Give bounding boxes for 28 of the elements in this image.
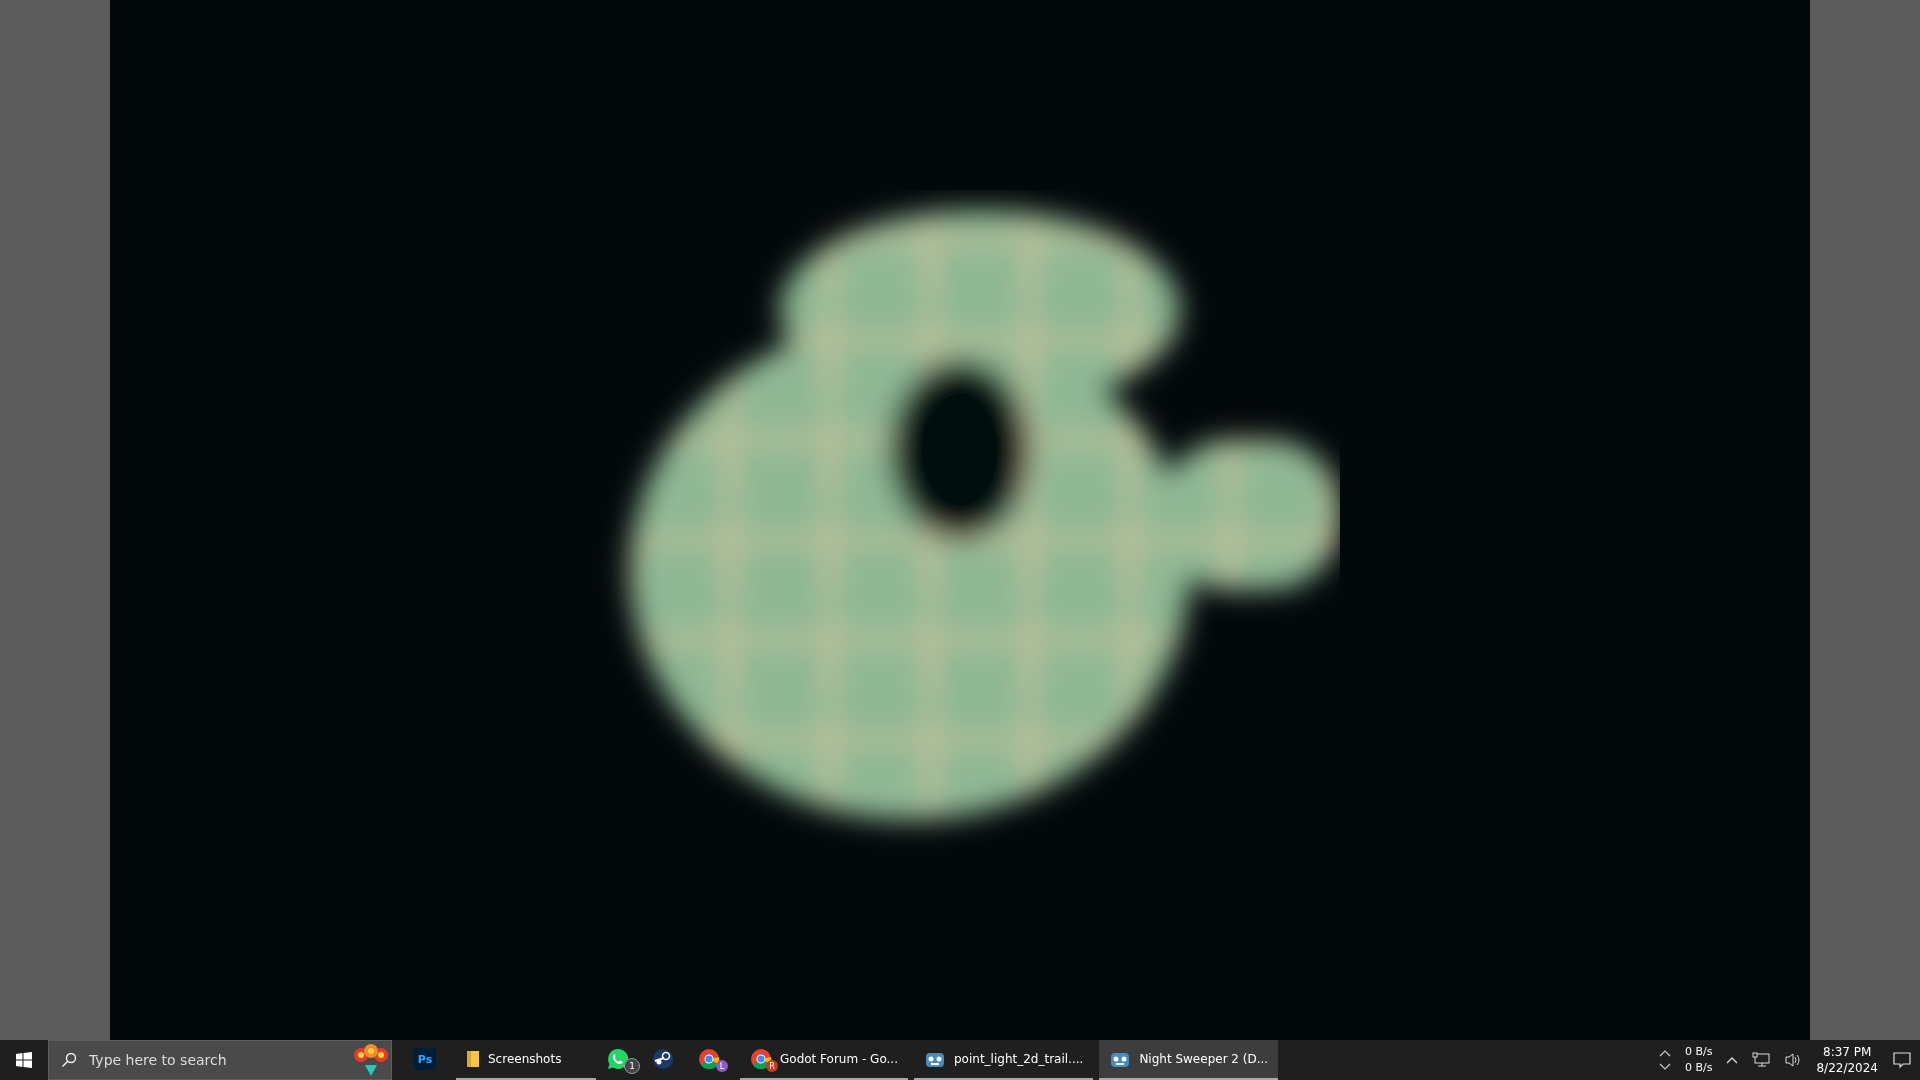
- taskbar-app-button[interactable]: R Godot Forum - Go...: [740, 1040, 908, 1080]
- chat-phone-icon: [606, 1047, 630, 1071]
- clock[interactable]: 8:37 PM 8/22/2024: [1816, 1044, 1878, 1076]
- taskbar-app-button[interactable]: L: [690, 1040, 734, 1080]
- flower-icon: [351, 1043, 391, 1077]
- notification-icon[interactable]: [1892, 1051, 1912, 1069]
- speaker-icon[interactable]: [1784, 1052, 1803, 1068]
- download-speed: 0 B/s: [1685, 1060, 1713, 1076]
- chevron-up-icon[interactable]: [1726, 1056, 1739, 1064]
- taskbar-app-button[interactable]: point_light_2d_trail....: [914, 1040, 1094, 1080]
- profile-badge: L: [716, 1060, 728, 1072]
- windows-logo-icon: [16, 1052, 32, 1068]
- network-icon[interactable]: [1752, 1052, 1771, 1068]
- notification-badge: 1: [624, 1058, 640, 1074]
- profile-badge: R: [766, 1060, 778, 1072]
- search-bar[interactable]: Type here to search: [48, 1040, 392, 1080]
- folder-icon: [466, 1050, 480, 1068]
- up-down-arrows-icon: [1659, 1049, 1671, 1071]
- search-icon: [61, 1052, 77, 1068]
- taskbar-app-button[interactable]: Night Sweeper 2 (D...: [1099, 1040, 1279, 1080]
- taskbar-app-button[interactable]: Screenshots: [456, 1040, 596, 1080]
- taskbar-app-button[interactable]: 1: [598, 1040, 642, 1080]
- upload-speed: 0 B/s: [1685, 1044, 1713, 1060]
- taskbar-app-button[interactable]: Ps: [406, 1040, 450, 1080]
- browser-icon: [698, 1048, 720, 1070]
- photoshop-icon: Ps: [414, 1048, 436, 1070]
- search-field[interactable]: Type here to search: [87, 1051, 341, 1069]
- browser-icon: [750, 1048, 772, 1070]
